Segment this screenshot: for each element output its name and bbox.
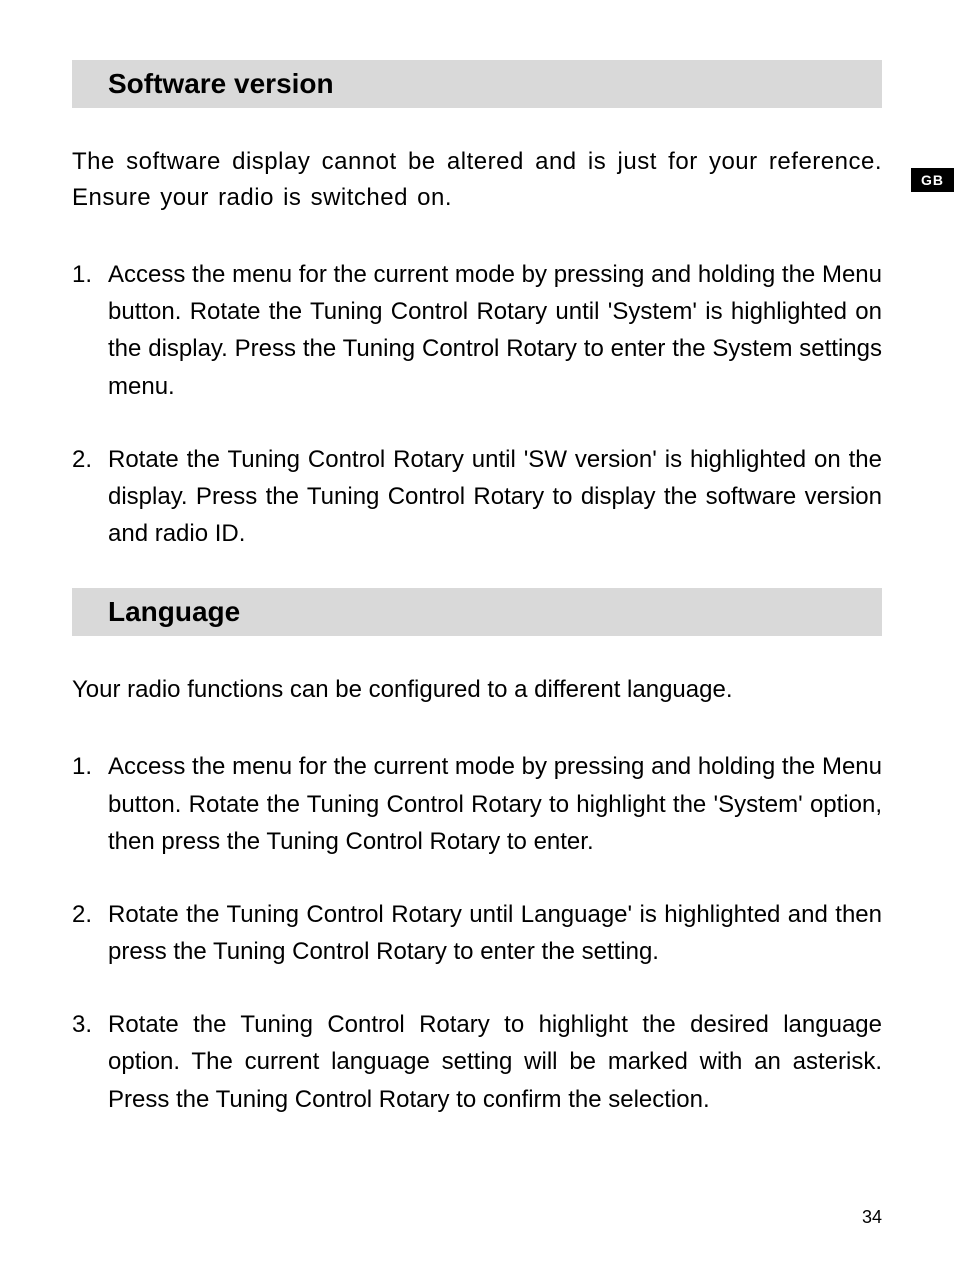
step-number: 2. — [72, 441, 92, 478]
language-intro: Your radio functions can be configured t… — [72, 672, 882, 708]
software-version-intro: The software display cannot be altered a… — [72, 144, 882, 216]
manual-page: GB Software version The software display… — [0, 0, 954, 1272]
list-item: 1. Access the menu for the current mode … — [72, 748, 882, 860]
step-number: 1. — [72, 256, 92, 293]
step-text: Rotate the Tuning Control Rotary to high… — [108, 1011, 882, 1112]
list-item: 1. Access the menu for the current mode … — [72, 256, 882, 405]
page-number: 34 — [862, 1207, 882, 1228]
step-text: Access the menu for the current mode by … — [108, 261, 882, 400]
step-text: Rotate the Tuning Control Rotary until L… — [108, 901, 882, 965]
language-steps: 1. Access the menu for the current mode … — [72, 748, 882, 1118]
step-text: Access the menu for the current mode by … — [108, 753, 882, 854]
language-tab-gb: GB — [911, 168, 954, 192]
list-item: 2. Rotate the Tuning Control Rotary unti… — [72, 896, 882, 970]
software-version-steps: 1. Access the menu for the current mode … — [72, 256, 882, 552]
step-number: 1. — [72, 748, 92, 785]
step-number: 2. — [72, 896, 92, 933]
list-item: 3. Rotate the Tuning Control Rotary to h… — [72, 1006, 882, 1118]
list-item: 2. Rotate the Tuning Control Rotary unti… — [72, 441, 882, 553]
step-text: Rotate the Tuning Control Rotary until '… — [108, 446, 882, 547]
section-heading-software-version: Software version — [72, 60, 882, 108]
step-number: 3. — [72, 1006, 92, 1043]
section-heading-language: Language — [72, 588, 882, 636]
